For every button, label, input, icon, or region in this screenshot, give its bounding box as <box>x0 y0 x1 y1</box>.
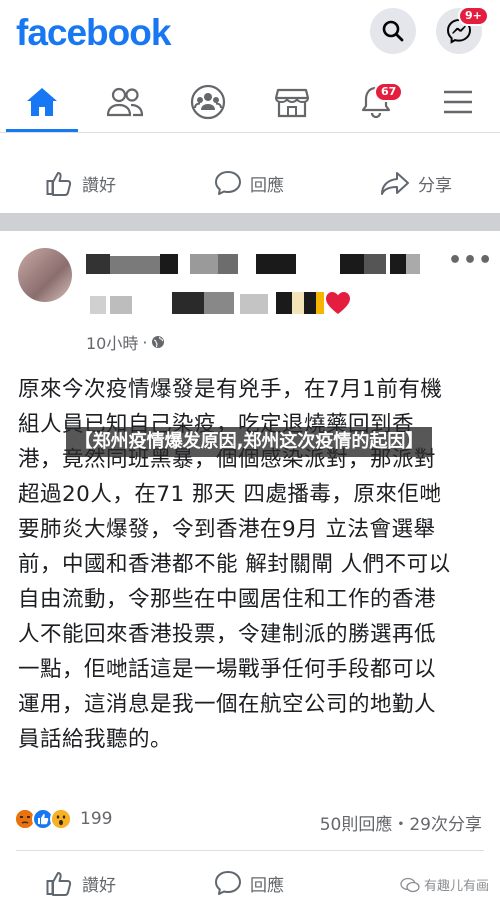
post-options-button[interactable]: ••• <box>448 248 493 273</box>
reaction-count: 199 <box>80 809 113 829</box>
watermark-text: 有趣儿有画 <box>424 879 490 894</box>
author-avatar[interactable] <box>18 248 72 302</box>
feed-separator <box>0 213 500 231</box>
post-like-label: 讚好 <box>82 875 116 896</box>
nav-groups[interactable] <box>178 80 238 124</box>
marketplace-icon <box>275 88 309 118</box>
thumbs-up-icon <box>46 172 72 196</box>
friends-icon <box>107 87 143 117</box>
wow-reaction-icon <box>50 808 72 830</box>
previous-post-actions: 讚好 回應 分享 <box>0 158 500 208</box>
messenger-badge: 9+ <box>458 6 489 26</box>
comment-label: 回應 <box>250 175 284 196</box>
share-icon <box>381 172 409 195</box>
share-label: 分享 <box>418 175 452 196</box>
comments-shares-count[interactable]: 50則回應・29次分享 <box>320 810 482 835</box>
comment-button[interactable]: 回應 <box>214 168 284 198</box>
facebook-logo[interactable]: facebook <box>16 12 171 54</box>
search-icon <box>382 20 404 42</box>
thumbs-up-icon <box>46 872 72 896</box>
nav-menu[interactable] <box>428 80 488 124</box>
menu-icon <box>444 90 472 114</box>
app-header: facebook 9+ <box>0 0 500 70</box>
post-like-button[interactable]: 讚好 <box>46 868 116 898</box>
overlay-caption: 【郑州疫情爆发原因,郑州这次疫情的起因】 <box>66 427 432 457</box>
post-divider <box>16 850 484 851</box>
post-comment-button[interactable]: 回應 <box>214 868 284 898</box>
source-watermark: 有趣儿有画 <box>400 875 489 894</box>
share-button[interactable]: 分享 <box>380 168 452 198</box>
search-button[interactable] <box>370 8 416 54</box>
post-timestamp[interactable]: 10小時 · <box>86 330 165 354</box>
notifications-badge: 67 <box>374 82 404 102</box>
main-nav: 67 <box>0 72 500 132</box>
wechat-icon <box>400 877 420 892</box>
nav-marketplace[interactable] <box>262 80 322 124</box>
globe-icon <box>152 336 165 348</box>
dot-separator: · <box>142 332 148 352</box>
post-comment-label: 回應 <box>250 875 284 896</box>
time-label: 10小時 <box>86 334 139 353</box>
groups-icon <box>190 84 226 120</box>
nav-divider <box>0 132 500 133</box>
like-label: 讚好 <box>82 175 116 196</box>
nav-friends[interactable] <box>95 80 155 124</box>
home-icon <box>27 88 57 116</box>
heart-emoji-icon <box>326 292 350 314</box>
reaction-summary[interactable]: 199 <box>14 808 112 830</box>
comment-icon <box>215 171 241 195</box>
nav-home[interactable] <box>12 80 72 124</box>
like-button[interactable]: 讚好 <box>46 168 116 198</box>
comment-icon <box>215 871 241 895</box>
